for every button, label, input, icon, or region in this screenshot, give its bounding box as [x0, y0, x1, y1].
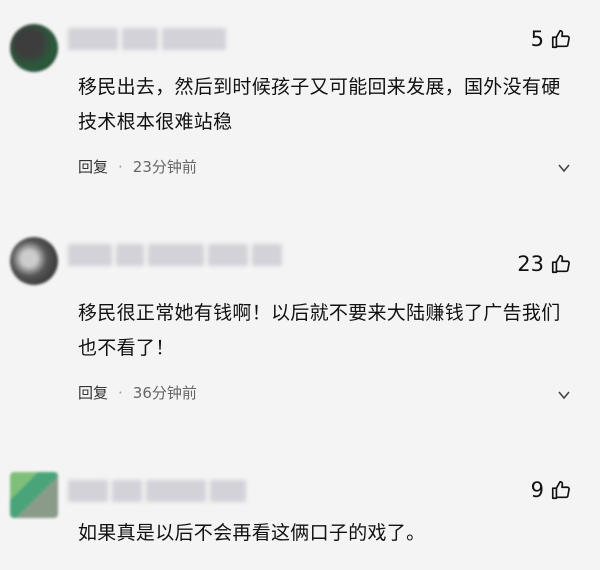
comment-meta: 回复 · 23分钟前: [78, 156, 197, 177]
thumbs-up-icon: [551, 480, 570, 500]
comment-item-2: 23 移民很正常她有钱啊！以后就不要来大陆赚钱了广告我们也不看了！ 回复 · 3…: [0, 222, 600, 437]
like-count: 9: [530, 478, 544, 502]
more-icon[interactable]: [556, 160, 572, 176]
thumbs-up-icon: [551, 29, 570, 49]
like-count: 5: [530, 27, 544, 51]
like-button[interactable]: 23: [517, 252, 572, 276]
comment-text: 移民出去，然后到时候孩子又可能回来发展，国外没有硬技术根本很难站稳: [78, 76, 561, 133]
reply-button[interactable]: 回复: [78, 382, 108, 403]
username-blurred[interactable]: [68, 480, 246, 504]
reply-button[interactable]: 回复: [78, 156, 108, 177]
avatar[interactable]: [10, 24, 58, 72]
username-blurred[interactable]: [68, 28, 226, 52]
more-icon[interactable]: [556, 387, 572, 403]
avatar[interactable]: [10, 472, 58, 518]
timestamp: 23分钟前: [132, 158, 197, 176]
avatar[interactable]: [10, 237, 58, 285]
comment-item-1: 5 移民出去，然后到时候孩子又可能回来发展，国外没有硬技术根本很难站稳 回复 ·…: [0, 0, 600, 210]
separator-dot: ·: [118, 157, 123, 176]
separator-dot: ·: [118, 383, 123, 402]
comment-meta: 回复 · 36分钟前: [78, 382, 197, 403]
timestamp: 36分钟前: [132, 384, 197, 402]
comment-item-3: 9 如果真是以后不会再看这俩口子的戏了。: [0, 462, 600, 570]
comment-text: 移民很正常她有钱啊！以后就不要来大陆赚钱了广告我们也不看了！: [78, 302, 561, 359]
thumbs-up-icon: [551, 254, 570, 274]
like-count: 23: [517, 252, 544, 276]
like-button[interactable]: 9: [531, 478, 572, 502]
username-blurred[interactable]: [68, 244, 282, 268]
comment-text: 如果真是以后不会再看这俩口子的戏了。: [78, 522, 426, 544]
like-button[interactable]: 5: [531, 27, 572, 51]
